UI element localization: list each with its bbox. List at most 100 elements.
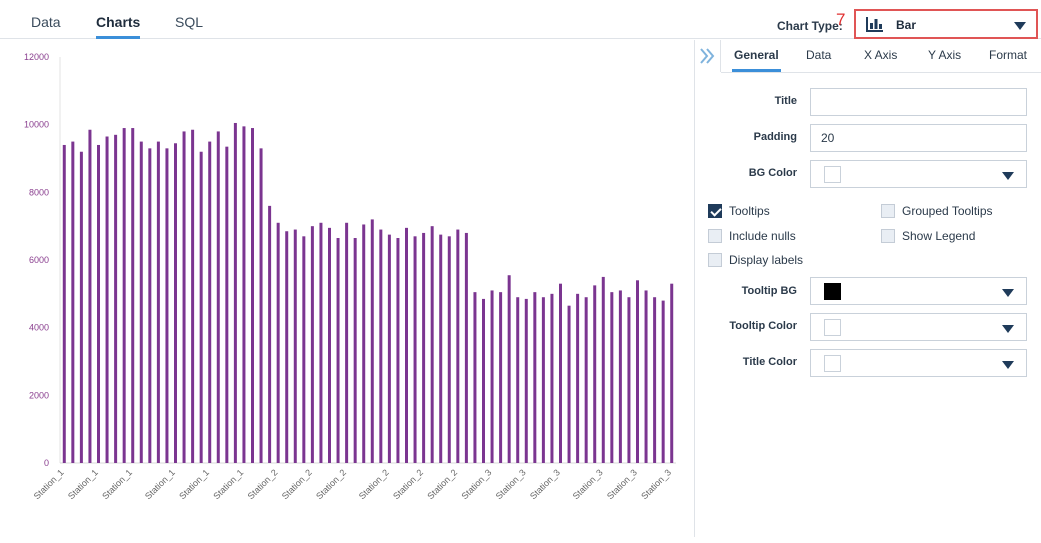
bar (576, 293, 580, 463)
checkbox-box (708, 229, 722, 243)
bar (182, 131, 186, 463)
bar (405, 227, 408, 463)
x-tick-label: Station_1 (143, 467, 177, 501)
y-tick-label: 0 (44, 458, 49, 468)
y-tick-label: 6000 (29, 255, 49, 265)
bar (430, 226, 434, 463)
checkbox-box (708, 204, 722, 218)
include-nulls-label: Include nulls (729, 229, 796, 243)
bar (208, 141, 212, 463)
bar (439, 234, 443, 463)
chart-type-value: Bar (896, 18, 917, 32)
bg-color-select[interactable] (810, 160, 1027, 188)
tooltip-color-label: Tooltip Color (729, 320, 797, 332)
y-tick-label: 8000 (29, 187, 49, 197)
bar (174, 143, 177, 463)
bar (165, 148, 169, 463)
bar (473, 292, 477, 463)
annotation-number: 7 (836, 10, 846, 29)
bar (251, 128, 254, 464)
title-input[interactable] (810, 88, 1027, 116)
chart-editor: Data Charts SQL Chart Type: 7 Bar 0 2000 4… (0, 0, 1041, 543)
bar (131, 128, 135, 464)
bar (379, 229, 383, 463)
padding-input[interactable] (810, 124, 1027, 152)
bg-color-label: BG Color (748, 167, 797, 179)
bar (618, 290, 622, 463)
tooltip-bg-swatch (824, 283, 841, 300)
padding-label: Padding (753, 131, 797, 143)
bar (644, 290, 648, 463)
bar (507, 275, 511, 463)
bar (285, 231, 289, 463)
x-tick-label: Station_2 (280, 467, 314, 501)
checkbox-box (881, 204, 895, 218)
show-legend-label: Show Legend (902, 229, 976, 243)
bar (148, 148, 152, 463)
x-tick-label: Station_2 (391, 467, 425, 501)
panel-tabs: General Data X Axis Y Axis Format (721, 40, 1041, 73)
chevron-down-icon (1014, 22, 1026, 30)
x-tick-label: Station_1 (211, 467, 245, 501)
chart-type-select[interactable]: Bar (854, 9, 1038, 39)
title-color-select[interactable] (810, 349, 1027, 377)
tab-x-axis[interactable]: X Axis (864, 48, 897, 62)
tooltip-color-select[interactable] (810, 313, 1027, 341)
chevron-down-icon (1002, 325, 1014, 333)
bar (533, 292, 537, 463)
bar (105, 136, 109, 463)
y-tick-label: 4000 (29, 323, 49, 333)
tab-data[interactable]: Data (31, 14, 61, 30)
bar-chart-icon (866, 16, 884, 37)
tab-panel-data[interactable]: Data (806, 48, 831, 62)
tab-sql[interactable]: SQL (175, 14, 203, 30)
bar (482, 298, 485, 463)
bar (567, 305, 571, 463)
bar (584, 297, 588, 463)
title-label: Title (774, 95, 797, 107)
bar (199, 151, 203, 463)
bar (627, 297, 631, 463)
bar (387, 234, 391, 463)
bar (464, 232, 468, 463)
bar (653, 297, 657, 463)
tab-format[interactable]: Format (989, 48, 1027, 62)
x-tick-label: Station_3 (639, 467, 673, 501)
bar (302, 236, 306, 463)
checkbox-box (708, 253, 722, 267)
collapse-panel-button[interactable] (695, 40, 721, 72)
bar (319, 222, 323, 463)
x-tick-label: Station_3 (528, 467, 562, 501)
x-tick-label: Station_2 (425, 467, 459, 501)
bar (499, 292, 503, 463)
display-labels-label: Display labels (729, 253, 804, 267)
bar (139, 141, 143, 463)
tooltip-bg-select[interactable] (810, 277, 1027, 305)
bar-chart: 020004000600080001000012000Station_1 Stat… (24, 52, 676, 501)
bar (97, 144, 100, 463)
tooltip-bg-label: Tooltip BG (741, 285, 797, 297)
bar (601, 276, 605, 463)
chevron-down-icon (1002, 172, 1014, 180)
tab-charts[interactable]: Charts (96, 14, 141, 39)
bar (310, 226, 314, 463)
y-tick-label: 2000 (29, 390, 49, 400)
chart-type-label: Chart Type: (777, 19, 843, 33)
bar (242, 126, 246, 463)
bar (559, 283, 562, 463)
bar (259, 148, 263, 463)
x-tick-label: Station_3 (605, 467, 639, 501)
bar (345, 222, 349, 463)
bar (362, 224, 366, 463)
bar (88, 129, 92, 463)
x-tick-label: Station_1 (100, 467, 134, 501)
x-tick-label: Station_3 (571, 467, 605, 501)
tab-y-axis[interactable]: Y Axis (928, 48, 961, 62)
chevron-down-icon (1002, 289, 1014, 297)
title-color-swatch (824, 355, 841, 372)
tab-general[interactable]: General (732, 48, 781, 72)
bar (490, 290, 494, 463)
x-tick-label: Station_1 (32, 467, 66, 501)
bar (156, 141, 160, 463)
bar (71, 141, 75, 463)
